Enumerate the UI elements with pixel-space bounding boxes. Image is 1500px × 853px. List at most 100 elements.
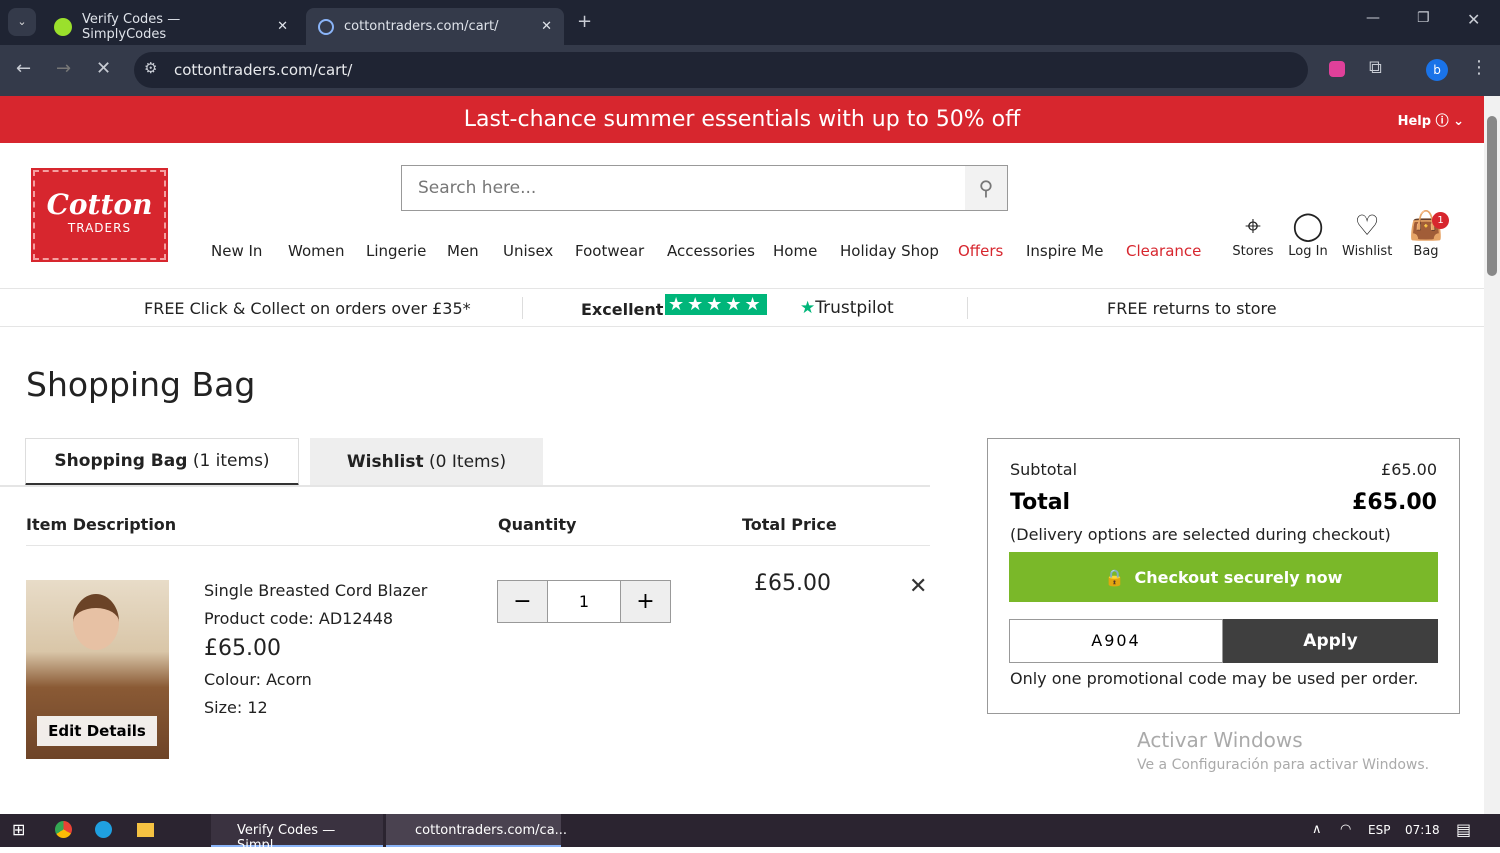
page-scrollbar[interactable] — [1484, 96, 1500, 814]
item-colour: Colour: Acorn — [204, 670, 312, 689]
wishlist-link[interactable]: ♡ Wishlist — [1342, 208, 1392, 259]
loading-icon — [318, 18, 334, 35]
wifi-icon[interactable]: ◠ — [1340, 822, 1351, 837]
nav-item-unisex[interactable]: Unisex — [503, 242, 553, 260]
close-window-button[interactable]: ✕ — [1467, 10, 1480, 29]
profile-avatar[interactable]: b — [1426, 59, 1448, 81]
cotton-traders-logo[interactable]: Cotton TRADERS — [31, 168, 168, 262]
search-icon: ⚲ — [978, 176, 994, 200]
nav-item-lingerie[interactable]: Lingerie — [366, 242, 426, 260]
url-field[interactable]: cottontraders.com/cart/ ⚙ — [134, 52, 1308, 88]
restore-button[interactable]: ❐ — [1417, 10, 1430, 26]
subtotal-value: £65.00 — [1381, 460, 1437, 479]
nav-item-women[interactable]: Women — [288, 242, 344, 260]
promo-banner[interactable]: Last-chance summer essentials with up to… — [0, 96, 1484, 143]
tab-list-button[interactable]: ⌄ — [8, 8, 36, 36]
search-button[interactable]: ⚲ — [965, 166, 1007, 210]
subtotal-label: Subtotal — [1010, 460, 1078, 479]
quantity-input[interactable]: 1 — [548, 581, 620, 622]
nav-item-home[interactable]: Home — [773, 242, 817, 260]
page-title: Shopping Bag — [26, 365, 256, 404]
item-price: £65.00 — [204, 636, 281, 661]
order-summary: Subtotal £65.00 Total £65.00 (Delivery o… — [987, 438, 1460, 714]
trustpilot-logo[interactable]: ★Trustpilot — [800, 298, 894, 318]
tray-chevron-icon[interactable]: ∧ — [1312, 822, 1322, 837]
heart-icon: ♡ — [1354, 209, 1380, 242]
tab-label: Shopping Bag — [54, 451, 188, 471]
trustpilot-stars: ★★★★★ — [665, 294, 767, 315]
forward-icon[interactable]: → — [56, 58, 71, 79]
checkout-label: Checkout securely now — [1134, 567, 1343, 587]
windows-taskbar: ⊞ Verify Codes — Simpl... cottontraders.… — [0, 814, 1500, 853]
trustpilot-rating: Excellent — [581, 300, 664, 319]
tab-shopping-bag[interactable]: Shopping Bag (1 items) — [25, 438, 299, 486]
nav-item-holiday-shop[interactable]: Holiday Shop — [840, 242, 939, 260]
nav-item-offers[interactable]: Offers — [958, 242, 1003, 260]
apply-button[interactable]: Apply — [1223, 619, 1438, 663]
nav-item-clearance[interactable]: Clearance — [1126, 242, 1201, 260]
close-tab-icon[interactable]: ✕ — [541, 19, 552, 34]
quantity-stepper: − 1 + — [497, 580, 671, 623]
clock[interactable]: 07:18 — [1405, 823, 1440, 837]
site-settings-icon[interactable]: ⚙ — [144, 59, 157, 77]
back-icon[interactable]: ← — [16, 58, 31, 79]
wishlist-label: Wishlist — [1342, 244, 1393, 259]
edit-details-button[interactable]: Edit Details — [37, 716, 157, 746]
url-text: cottontraders.com/cart/ — [174, 61, 353, 79]
nav-item-inspire-me[interactable]: Inspire Me — [1026, 242, 1103, 260]
nav-item-new-in[interactable]: New In — [211, 242, 262, 260]
tab-cottontraders[interactable]: cottontraders.com/cart/ ✕ — [306, 8, 564, 45]
taskbar-app-label: cottontraders.com/ca... — [415, 823, 568, 838]
product-image[interactable]: Edit Details — [26, 580, 169, 759]
promo-code-input[interactable]: A904 — [1009, 619, 1223, 663]
notifications-icon[interactable]: ▤ — [1456, 820, 1471, 839]
tab-verify-codes[interactable]: Verify Codes — SimplyCodes ✕ — [42, 8, 300, 45]
remove-item-icon[interactable]: ✕ — [909, 574, 927, 599]
total-value: £65.00 — [1352, 490, 1437, 515]
chrome-icon[interactable] — [55, 821, 72, 838]
nav-item-men[interactable]: Men — [447, 242, 479, 260]
column-header-total: Total Price — [742, 515, 837, 534]
logo-text: Cotton — [46, 188, 153, 221]
decrease-quantity-button[interactable]: − — [498, 581, 548, 622]
bag-link[interactable]: 👜 Bag 1 — [1401, 208, 1451, 259]
column-header-description: Item Description — [26, 515, 177, 534]
tab-wishlist[interactable]: Wishlist (0 Items) — [310, 438, 543, 486]
edge-icon[interactable] — [95, 821, 112, 838]
taskbar-app-verify-codes[interactable]: Verify Codes — Simpl... — [211, 814, 383, 853]
file-explorer-icon[interactable] — [137, 823, 154, 837]
language-indicator[interactable]: ESP — [1368, 823, 1390, 837]
taskbar-app-cottontraders[interactable]: cottontraders.com/ca... — [386, 814, 567, 847]
tab-title: cottontraders.com/cart/ — [344, 19, 499, 34]
total-label: Total — [1010, 490, 1071, 515]
bag-label: Bag — [1413, 244, 1439, 259]
divider — [26, 545, 930, 546]
item-details: Single Breasted Cord Blazer Product code… — [204, 577, 427, 721]
close-tab-icon[interactable]: ✕ — [277, 19, 288, 34]
nav-item-accessories[interactable]: Accessories — [667, 242, 755, 260]
checkout-button[interactable]: 🔒 Checkout securely now — [1009, 552, 1438, 602]
item-name[interactable]: Single Breasted Cord Blazer — [204, 577, 427, 605]
login-link[interactable]: ◯ Log In — [1283, 208, 1333, 259]
increase-quantity-button[interactable]: + — [620, 581, 670, 622]
trustpilot-label: Trustpilot — [815, 298, 894, 318]
login-label: Log In — [1288, 244, 1328, 259]
bag-count-badge: 1 — [1432, 212, 1449, 229]
windows-start-icon[interactable]: ⊞ — [12, 820, 25, 839]
new-tab-button[interactable]: + — [577, 11, 592, 32]
extension-icon[interactable] — [1329, 61, 1345, 77]
lock-icon: 🔒 — [1104, 567, 1125, 587]
location-pin-icon: ⌖ — [1245, 209, 1261, 242]
stores-link[interactable]: ⌖ Stores — [1228, 208, 1278, 259]
help-menu[interactable]: Help ⓘ ⌄ — [1398, 110, 1464, 129]
minimize-button[interactable]: — — [1366, 10, 1380, 26]
nav-item-footwear[interactable]: Footwear — [575, 242, 644, 260]
stop-icon[interactable]: ✕ — [96, 58, 111, 79]
scrollbar-thumb[interactable] — [1487, 116, 1497, 276]
menu-icon[interactable]: ⋮ — [1470, 57, 1488, 78]
tab-label: Wishlist — [346, 452, 424, 472]
extensions-puzzle-icon[interactable]: ⧉ — [1369, 57, 1382, 78]
search-input[interactable]: Search here... ⚲ — [401, 165, 1008, 211]
user-icon: ◯ — [1292, 209, 1324, 242]
help-icon: ⓘ ⌄ — [1435, 114, 1464, 129]
